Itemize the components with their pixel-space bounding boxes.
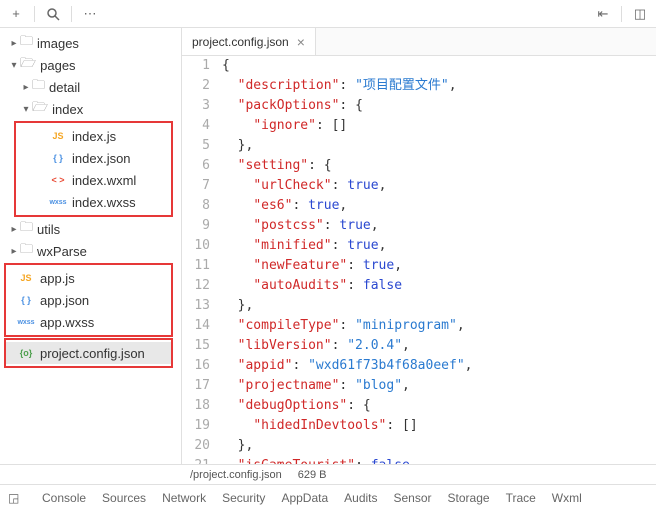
- json-icon: { }: [14, 295, 38, 305]
- file-index-wxml[interactable]: < >index.wxml: [16, 169, 171, 191]
- folder-pages[interactable]: ▾🗁pages: [0, 54, 181, 76]
- ellipsis-icon[interactable]: ⋯: [78, 2, 102, 26]
- wxss-icon: wxss: [14, 319, 38, 326]
- folder-icon: 🗀: [32, 76, 45, 98]
- file-app-json[interactable]: { }app.json: [6, 289, 171, 311]
- devtools-tab-audits[interactable]: Audits: [344, 491, 377, 505]
- wxml-icon: < >: [46, 175, 70, 185]
- folder-images[interactable]: ▸🗀images: [0, 32, 181, 54]
- devtools-tabs: ◲ Console Sources Network Security AppData Au…: [0, 484, 656, 510]
- file-index-json[interactable]: { }index.json: [16, 147, 171, 169]
- file-tree: ▸🗀images ▾🗁pages ▸🗀detail ▾🗁index JSinde…: [0, 28, 182, 464]
- plus-icon[interactable]: +: [4, 2, 28, 26]
- file-index-js[interactable]: JSindex.js: [16, 125, 171, 147]
- code-content: { "description": "项目配置文件", "packOptions"…: [222, 56, 656, 464]
- devtools-tab-appdata[interactable]: AppData: [281, 491, 328, 505]
- folder-utils[interactable]: ▸🗀utils: [0, 218, 181, 240]
- highlight-box-project-config: {o}project.config.json: [4, 338, 173, 368]
- folder-open-icon: 🗁: [32, 98, 48, 120]
- line-gutter: 123456789101112131415161718192021222324: [182, 56, 222, 464]
- json-icon: { }: [46, 153, 70, 163]
- js-icon: JS: [46, 131, 70, 141]
- folder-open-icon: 🗁: [20, 54, 36, 76]
- devtools-tab-network[interactable]: Network: [162, 491, 206, 505]
- code-editor[interactable]: 123456789101112131415161718192021222324 …: [182, 56, 656, 464]
- wxss-icon: wxss: [46, 199, 70, 206]
- folder-wxparse[interactable]: ▸🗀wxParse: [0, 240, 181, 262]
- highlight-box-index-files: JSindex.js { }index.json < >index.wxml w…: [14, 121, 173, 217]
- search-icon[interactable]: [41, 2, 65, 26]
- close-icon[interactable]: ×: [297, 34, 305, 50]
- devtools-icon[interactable]: ◲: [8, 491, 26, 505]
- devtools-tab-sensor[interactable]: Sensor: [394, 491, 432, 505]
- status-bar: /project.config.json 629 B: [0, 464, 656, 484]
- split-icon[interactable]: ◫: [628, 2, 652, 26]
- devtools-tab-wxml[interactable]: Wxml: [552, 491, 582, 505]
- file-project-config[interactable]: {o}project.config.json: [6, 342, 171, 364]
- collapse-icon[interactable]: ⇤: [591, 2, 615, 26]
- status-path: /project.config.json: [190, 469, 282, 481]
- devtools-tab-sources[interactable]: Sources: [102, 491, 146, 505]
- highlight-box-app-files: JSapp.js { }app.json wxssapp.wxss: [4, 263, 173, 337]
- file-app-js[interactable]: JSapp.js: [6, 267, 171, 289]
- top-toolbar: + ⋯ ⇤ ◫: [0, 0, 656, 28]
- config-icon: {o}: [14, 348, 38, 358]
- folder-detail[interactable]: ▸🗀detail: [0, 76, 181, 98]
- devtools-tab-security[interactable]: Security: [222, 491, 265, 505]
- folder-icon: 🗀: [20, 240, 33, 262]
- js-icon: JS: [14, 273, 38, 283]
- file-index-wxss[interactable]: wxssindex.wxss: [16, 191, 171, 213]
- editor-tabs: project.config.json ×: [182, 28, 656, 56]
- devtools-tab-trace[interactable]: Trace: [506, 491, 536, 505]
- folder-icon: 🗀: [20, 218, 33, 240]
- tab-project-config[interactable]: project.config.json ×: [182, 28, 316, 55]
- status-size: 629 B: [298, 469, 327, 481]
- folder-index[interactable]: ▾🗁index: [0, 98, 181, 120]
- devtools-tab-storage[interactable]: Storage: [448, 491, 490, 505]
- file-app-wxss[interactable]: wxssapp.wxss: [6, 311, 171, 333]
- devtools-tab-console[interactable]: Console: [42, 491, 86, 505]
- folder-icon: 🗀: [20, 32, 33, 54]
